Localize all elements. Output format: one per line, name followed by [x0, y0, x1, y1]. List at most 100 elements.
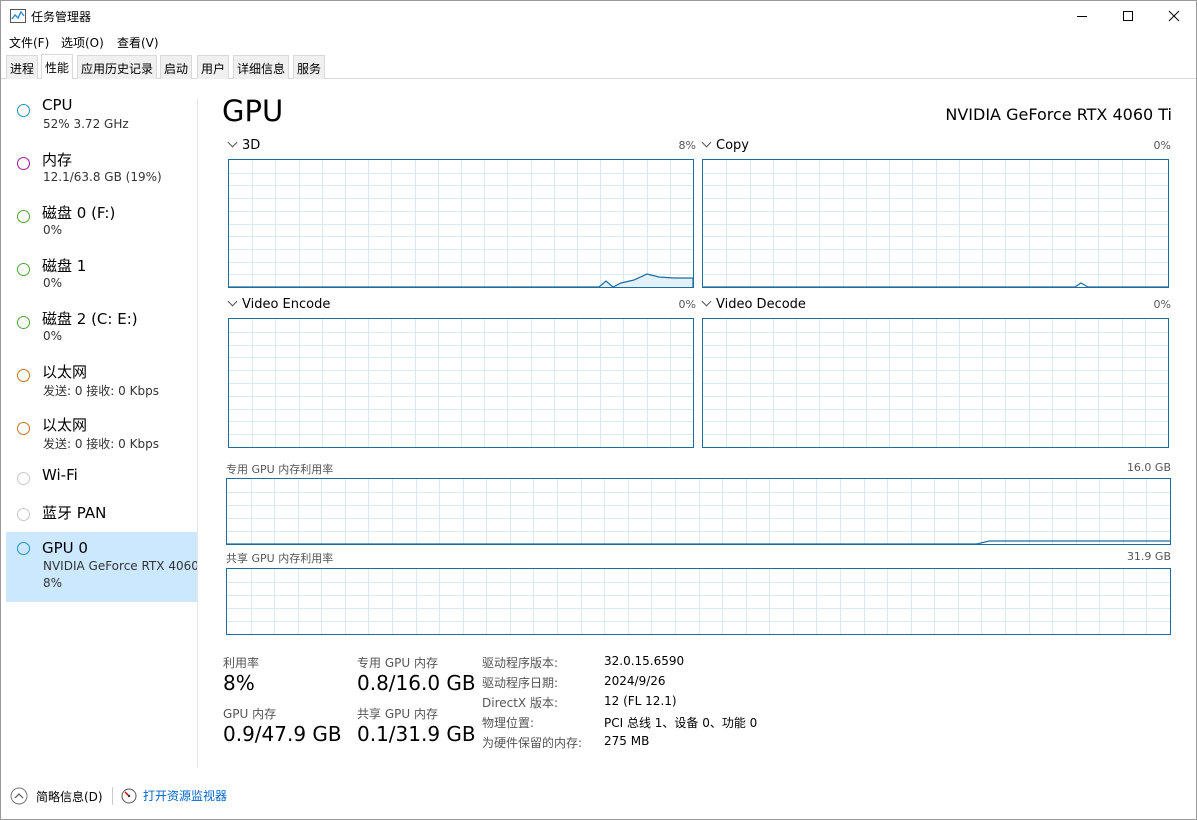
tab-processes[interactable]: 进程 [6, 55, 39, 79]
task-manager-window: 任务管理器 文件(F) 选项(O) 查看(V) 进程 性能 应用历史记录 启动 … [0, 0, 1197, 820]
title-bar[interactable]: 任务管理器 [1, 1, 1196, 31]
tab-performance[interactable]: 性能 [41, 54, 74, 79]
shared-mem-value: 0.1/31.9 GB [357, 722, 476, 746]
engine-pct: 0% [1153, 298, 1171, 311]
util-label: 利用率 [223, 656, 260, 670]
graph-video-encode-svg [229, 319, 693, 447]
sidebar-item-gpu-0[interactable]: GPU 0 NVIDIA GeForce RTX 4060 8% [6, 532, 199, 602]
engine-label: Video Decode [716, 297, 806, 312]
info-label: 驱动程序日期: [482, 676, 559, 690]
close-icon [1168, 10, 1180, 22]
summary-label: 简略信息(D) [36, 789, 103, 804]
info-value: 275 MB [604, 734, 650, 748]
sidebar-item-wifi[interactable]: Wi-Fi [6, 466, 197, 500]
sidebar-item-disk-0[interactable]: 磁盘 0 (F:) 0% [6, 201, 197, 251]
info-label: 为硬件保留的内存: [482, 736, 583, 750]
graph-dedicated-mem-svg [227, 479, 1170, 544]
ded-mem-label: 专用 GPU 内存 [357, 656, 438, 670]
chevron-down-icon [227, 137, 238, 148]
menu-bar: 文件(F) 选项(O) 查看(V) [1, 32, 1196, 52]
tab-services[interactable]: 服务 [293, 55, 326, 79]
minimize-button[interactable] [1059, 1, 1105, 31]
minimize-icon [1077, 16, 1087, 17]
graph-3d-svg [229, 160, 693, 287]
sidebar-item-sub: 发送: 0 接收: 0 Kbps [43, 384, 159, 398]
disk-indicator-icon [17, 316, 30, 329]
sidebar-item-bluetooth[interactable]: 蓝牙 PAN [6, 502, 197, 532]
chevron-down-icon [227, 296, 238, 307]
menu-file[interactable]: 文件(F) [9, 34, 49, 51]
sidebar-item-disk-1[interactable]: 磁盘 1 0% [6, 254, 197, 304]
tab-bar: 进程 性能 应用历史记录 启动 用户 详细信息 服务 [1, 54, 1196, 79]
engine-pct: 0% [678, 298, 696, 311]
sidebar-item-sub: 0% [43, 223, 63, 237]
gpu-model: NVIDIA GeForce RTX 4060 Ti [945, 105, 1172, 124]
sidebar-item-label: 以太网 [42, 416, 88, 434]
sidebar-item-label: 以太网 [42, 363, 88, 381]
info-label: DirectX 版本: [482, 696, 559, 710]
resource-monitor-link[interactable]: 打开资源监视器 [121, 787, 227, 804]
sidebar-item-label: 蓝牙 PAN [42, 504, 107, 522]
graph-copy-svg [703, 160, 1168, 287]
sidebar-item-sub: 8% [43, 576, 63, 590]
engine-selector-video-decode[interactable]: Video Decode [701, 296, 806, 312]
sidebar-item-label: CPU [42, 96, 73, 114]
sidebar-divider [197, 98, 198, 768]
engine-pct: 0% [1153, 139, 1171, 152]
engine-label: Copy [716, 138, 749, 153]
sidebar-item-label: 磁盘 2 (C: E:) [42, 310, 138, 328]
resource-monitor-icon [121, 788, 137, 803]
sidebar-item-label: GPU 0 [42, 539, 88, 557]
tab-app-history[interactable]: 应用历史记录 [77, 55, 158, 79]
window-title: 任务管理器 [31, 10, 92, 24]
sidebar-item-label: 内存 [42, 151, 73, 169]
engine-selector-video-encode[interactable]: Video Encode [227, 296, 331, 312]
maximize-button[interactable] [1105, 1, 1151, 31]
tab-details[interactable]: 详细信息 [233, 55, 290, 79]
shared-mem-stat-label: 共享 GPU 内存 [357, 707, 438, 721]
info-value: PCI 总线 1、设备 0、功能 0 [604, 716, 758, 730]
sidebar-item-sub: 12.1/63.8 GB (19%) [43, 170, 162, 184]
sidebar-item-label: 磁盘 1 [42, 257, 87, 275]
sidebar-item-disk-2[interactable]: 磁盘 2 (C: E:) 0% [6, 307, 197, 357]
info-value: 2024/9/26 [604, 674, 666, 688]
graph-shared-mem-svg [227, 569, 1170, 634]
disk-indicator-icon [17, 210, 30, 223]
dedicated-mem-max: 16.0 GB [1126, 461, 1171, 474]
close-button[interactable] [1151, 1, 1197, 31]
sidebar-item-memory[interactable]: 内存 12.1/63.8 GB (19%) [6, 148, 197, 198]
graph-shared-mem [226, 568, 1171, 635]
memory-indicator-icon [17, 157, 30, 170]
tab-users[interactable]: 用户 [197, 55, 230, 79]
menu-view[interactable]: 查看(V) [117, 34, 159, 51]
engine-pct: 8% [678, 139, 696, 152]
cpu-indicator-icon [17, 104, 30, 117]
maximize-icon [1123, 11, 1133, 21]
sidebar-item-sub: 0% [43, 276, 63, 290]
sidebar-item-ethernet-2[interactable]: 以太网 发送: 0 接收: 0 Kbps [6, 413, 197, 463]
shared-mem-label: 共享 GPU 内存利用率 [226, 552, 334, 565]
footer-divider [112, 787, 113, 805]
chevron-down-icon [701, 296, 712, 307]
chevron-up-circle-icon [10, 787, 28, 805]
engine-selector-3d[interactable]: 3D [227, 137, 261, 153]
sidebar-item-ethernet-1[interactable]: 以太网 发送: 0 接收: 0 Kbps [6, 360, 197, 410]
info-value: 32.0.15.6590 [604, 654, 685, 668]
tab-startup[interactable]: 启动 [160, 55, 193, 79]
resource-monitor-label: 打开资源监视器 [143, 789, 228, 803]
menu-options[interactable]: 选项(O) [61, 34, 104, 51]
sidebar-item-sub: 52% 3.72 GHz [43, 117, 129, 131]
summary-toggle[interactable]: 简略信息(D) [10, 787, 103, 805]
sidebar-item-sub: 发送: 0 接收: 0 Kbps [43, 437, 159, 451]
engine-label: Video Encode [242, 297, 331, 312]
ethernet-indicator-icon [17, 422, 30, 435]
shared-mem-max: 31.9 GB [1126, 550, 1171, 563]
sidebar-item-label: 磁盘 0 (F:) [42, 204, 116, 222]
graph-video-decode [702, 318, 1169, 448]
sidebar-item-cpu[interactable]: CPU 52% 3.72 GHz [6, 95, 197, 145]
gpu-mem-label: GPU 内存 [223, 707, 277, 721]
engine-label: 3D [242, 138, 261, 153]
engine-selector-copy[interactable]: Copy [701, 137, 749, 153]
wifi-indicator-icon [17, 472, 30, 485]
sidebar-item-sub: NVIDIA GeForce RTX 4060 [43, 559, 199, 573]
